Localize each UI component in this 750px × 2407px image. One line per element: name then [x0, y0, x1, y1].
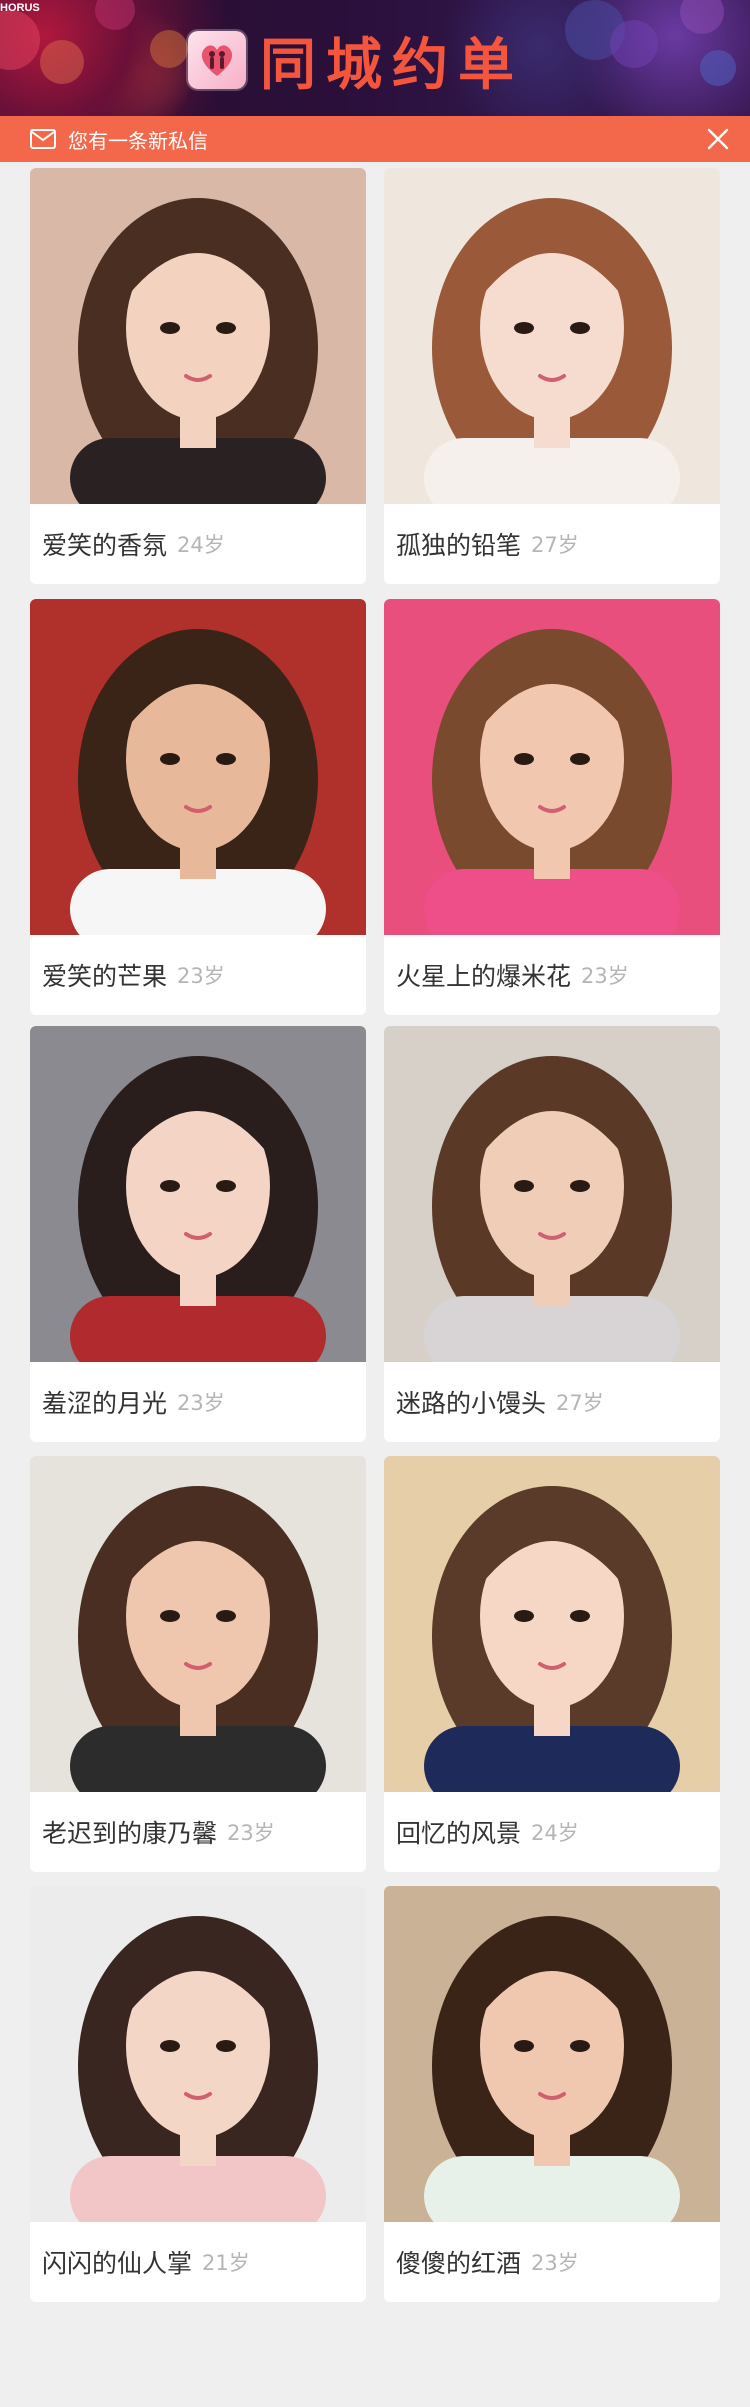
- profile-name: 孤独的铅笔: [396, 531, 522, 560]
- profile-card[interactable]: 闪闪的仙人掌 21岁: [30, 1886, 366, 2302]
- app-header: HORUS 同城约单: [0, 0, 750, 116]
- notice-text: 您有一条新私信: [68, 128, 208, 153]
- profile-name: 爱笑的芒果: [42, 962, 168, 991]
- profile-card[interactable]: 羞涩的月光 23岁: [30, 1026, 366, 1442]
- profile-photo[interactable]: [384, 1886, 720, 2222]
- profile-card[interactable]: 孤独的铅笔 27岁: [384, 168, 720, 584]
- profile-age: 23岁: [177, 964, 225, 988]
- close-icon[interactable]: [706, 127, 730, 151]
- brand: 同城约单: [188, 30, 524, 98]
- profile-photo[interactable]: [30, 599, 366, 935]
- mail-icon: [30, 129, 56, 149]
- profile-photo[interactable]: [384, 599, 720, 935]
- profile-photo[interactable]: [384, 1026, 720, 1362]
- profile-card[interactable]: 回忆的风景 24岁: [384, 1456, 720, 1872]
- bokeh-decoration: [610, 20, 658, 68]
- profile-caption: 羞涩的月光 23岁: [42, 1362, 225, 1442]
- bokeh-decoration: [700, 50, 736, 86]
- profile-photo[interactable]: [30, 1886, 366, 2222]
- profile-caption: 闪闪的仙人掌 21岁: [42, 2222, 250, 2302]
- couple-heart-icon: [188, 31, 246, 89]
- profile-age: 27岁: [531, 533, 579, 557]
- profile-name: 爱笑的香氛: [42, 531, 168, 560]
- profile-photo[interactable]: [30, 1456, 366, 1792]
- profile-photo[interactable]: [30, 1026, 366, 1362]
- profile-age: 24岁: [531, 1821, 579, 1845]
- profile-name: 迷路的小馒头: [396, 1389, 547, 1418]
- profile-caption: 爱笑的芒果 23岁: [42, 935, 225, 1015]
- profile-name: 闪闪的仙人掌: [42, 2249, 193, 2278]
- profile-card[interactable]: 迷路的小馒头 27岁: [384, 1026, 720, 1442]
- profile-card[interactable]: 老迟到的康乃馨 23岁: [30, 1456, 366, 1872]
- profile-photo[interactable]: [30, 168, 366, 504]
- bokeh-decoration: [95, 0, 135, 30]
- profile-card[interactable]: 傻傻的红酒 23岁: [384, 1886, 720, 2302]
- profile-caption: 迷路的小馒头 27岁: [396, 1362, 604, 1442]
- profile-caption: 回忆的风景 24岁: [396, 1792, 579, 1872]
- message-notice-bar[interactable]: 您有一条新私信: [0, 116, 750, 162]
- profile-card[interactable]: 爱笑的香氛 24岁: [30, 168, 366, 584]
- profile-age: 23岁: [177, 1391, 225, 1415]
- profile-name: 傻傻的红酒: [396, 2249, 522, 2278]
- profile-age: 23岁: [227, 1821, 275, 1845]
- profile-photo[interactable]: [384, 1456, 720, 1792]
- profile-card[interactable]: 火星上的爆米花 23岁: [384, 599, 720, 1015]
- profile-caption: 傻傻的红酒 23岁: [396, 2222, 579, 2302]
- profile-age: 23岁: [581, 964, 629, 988]
- corner-logo: HORUS: [0, 2, 40, 14]
- profile-photo[interactable]: [384, 168, 720, 504]
- bokeh-decoration: [680, 0, 724, 34]
- bokeh-decoration: [150, 30, 188, 68]
- profile-age: 21岁: [202, 2251, 250, 2275]
- profile-caption: 老迟到的康乃馨 23岁: [42, 1792, 275, 1872]
- profile-age: 27岁: [556, 1391, 604, 1415]
- profile-age: 23岁: [531, 2251, 579, 2275]
- bokeh-decoration: [40, 40, 84, 84]
- profile-card[interactable]: 爱笑的芒果 23岁: [30, 599, 366, 1015]
- profile-name: 火星上的爆米花: [396, 962, 572, 991]
- profile-name: 回忆的风景: [396, 1819, 522, 1848]
- profile-name: 老迟到的康乃馨: [42, 1819, 218, 1848]
- page-title: 同城约单: [260, 32, 524, 98]
- bokeh-decoration: [0, 10, 40, 70]
- profile-age: 24岁: [177, 533, 225, 557]
- profile-caption: 爱笑的香氛 24岁: [42, 504, 225, 584]
- profile-caption: 火星上的爆米花 23岁: [396, 935, 629, 1015]
- profile-caption: 孤独的铅笔 27岁: [396, 504, 579, 584]
- profile-name: 羞涩的月光: [42, 1389, 168, 1418]
